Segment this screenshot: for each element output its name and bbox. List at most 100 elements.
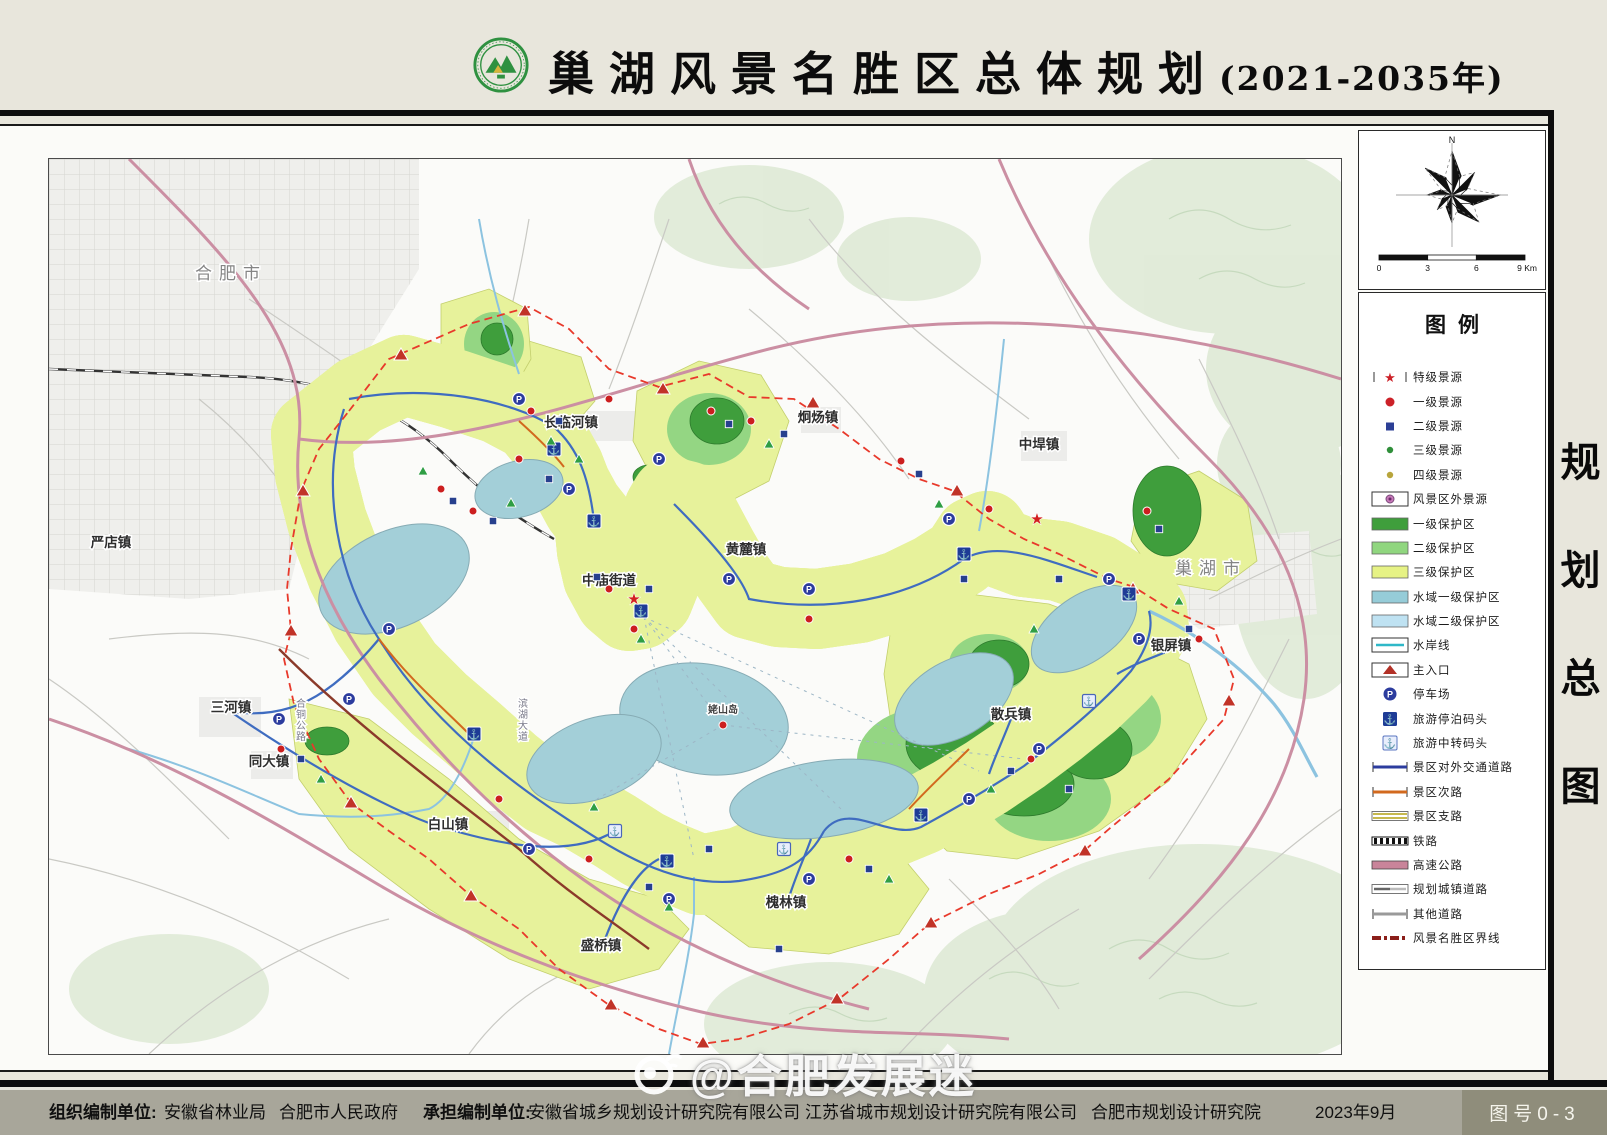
legend-label: 一级景源 [1413, 394, 1463, 410]
legend-label: 风景名胜区界线 [1413, 930, 1501, 946]
grade1-resource-icon [495, 795, 503, 803]
legend-label: 停车场 [1413, 686, 1451, 702]
svg-text:P: P [346, 695, 352, 705]
legend-item-20: 高速公路 [1359, 853, 1545, 877]
grade2-resource-icon [725, 420, 732, 427]
legend-symbol-railway [1367, 832, 1413, 850]
weibo-camera-icon [628, 1045, 684, 1101]
grade1-resource-icon [605, 585, 613, 593]
star-resource-icon: ★ [627, 591, 640, 608]
watermark-text: @合肥发展迷 [690, 1040, 977, 1105]
grade2-resource-icon [545, 475, 552, 482]
watermark: @合肥发展迷 [628, 1040, 977, 1105]
legend-item-2: 二级景源 [1359, 414, 1545, 438]
legend-symbol-p-icon: P [1367, 685, 1413, 703]
legend-label: 三级保护区 [1413, 564, 1476, 580]
grade2-resource-icon [960, 575, 967, 582]
svg-text:⚓: ⚓ [588, 515, 600, 528]
town-label: 同大镇 [249, 753, 290, 769]
svg-text:P: P [566, 485, 572, 495]
legend-symbol-boxed-line [1367, 636, 1413, 654]
grade2-resource-icon [593, 573, 600, 580]
scenic-area-emblem-icon [472, 36, 530, 94]
svg-text:P: P [526, 845, 532, 855]
legend-symbol-star: ★ [1367, 368, 1413, 386]
top-thick-rule [0, 110, 1554, 116]
legend-symbol-dot-sm [1367, 466, 1413, 484]
town-label: 黄麓镇 [726, 541, 767, 557]
legend-label: 规划城镇道路 [1413, 881, 1488, 897]
city-label: 合肥市 [195, 264, 267, 283]
legend-label: 水域二级保护区 [1413, 613, 1501, 629]
org-value-1: 安徽省林业局 [164, 1090, 266, 1135]
legend-label: 一级保护区 [1413, 516, 1476, 532]
svg-text:0: 0 [1377, 263, 1382, 273]
svg-text:P: P [946, 515, 952, 525]
title-years: (2021-2035年) [1219, 59, 1505, 98]
page-title: 巢湖风景名胜区总体规划(2021-2035年) [548, 38, 1505, 104]
legend-item-0: ★特级景源 [1359, 365, 1545, 389]
svg-text:P: P [1136, 635, 1142, 645]
svg-text:P: P [966, 795, 972, 805]
svg-text:9 Km: 9 Km [1517, 263, 1537, 273]
svg-text:⚓: ⚓ [778, 844, 789, 855]
legend-symbol-square [1367, 417, 1413, 435]
svg-text:6: 6 [1474, 263, 1479, 273]
legend-label: 景区对外交通道路 [1413, 759, 1513, 775]
sheet-number: 图号0-3 [1489, 1099, 1579, 1126]
grade2-resource-icon [645, 585, 652, 592]
legend-symbol-anchor-light: ⚓ [1367, 734, 1413, 752]
legend-symbol-dot-sm [1367, 441, 1413, 459]
sheet-name-char-2: 总 [1561, 646, 1601, 704]
grade1-resource-icon [515, 455, 523, 463]
plan-sheet: { "title": { "main": "巢湖风景名胜区总体规划", "suf… [0, 0, 1607, 1135]
town-label: 散兵镇 [991, 706, 1032, 722]
svg-text:⚓: ⚓ [609, 826, 620, 837]
legend-item-17: 景区次路 [1359, 780, 1545, 804]
legend-label: 水域一级保护区 [1413, 589, 1501, 605]
grade2-resource-icon [1065, 785, 1072, 792]
town-label: 盛桥镇 [581, 937, 622, 953]
town-label: 银屏镇 [1151, 637, 1192, 653]
legend-symbol-swatch [1367, 563, 1413, 581]
org-label: 组织编制单位: [49, 1090, 157, 1135]
map-frame: 合肥市巢湖市严店镇三河镇同大镇白山镇盛桥镇槐林镇散兵镇银屏镇中垾镇炯炀镇长临河镇… [48, 158, 1342, 1055]
svg-text:⚓: ⚓ [661, 855, 673, 868]
grade2-resource-icon [489, 517, 496, 524]
legend-item-8: 三级保护区 [1359, 560, 1545, 584]
town-label: 姥山岛 [707, 703, 738, 716]
legend-label: 高速公路 [1413, 857, 1463, 873]
grade1-resource-icon [605, 395, 613, 403]
legend-item-21: 规划城镇道路 [1359, 877, 1545, 901]
grade2-resource-icon [1007, 767, 1014, 774]
grade2-resource-icon [555, 417, 562, 424]
sheet-name-char-3: 图 [1561, 754, 1601, 812]
legend-symbol-swatch [1367, 515, 1413, 533]
town-label: 中垾镇 [1019, 436, 1060, 452]
undertake-value-3: 合肥市规划设计研究院 [1091, 1090, 1261, 1135]
town-label: 长临河镇 [544, 414, 598, 430]
svg-text:⚓: ⚓ [1384, 737, 1396, 750]
svg-text:⚓: ⚓ [1123, 588, 1135, 601]
grade1-resource-icon [707, 407, 715, 415]
svg-text:N: N [1449, 135, 1456, 145]
svg-text:P: P [386, 625, 392, 635]
legend-label: 旅游中转码头 [1413, 735, 1488, 751]
grade1-resource-icon [630, 625, 638, 633]
legend-symbol-boxed-triangle [1367, 661, 1413, 679]
legend-symbol-line [1367, 905, 1413, 923]
legend-symbol-dashdot-line [1367, 929, 1413, 947]
town-label: 炯炀镇 [798, 409, 839, 425]
svg-text:⚓: ⚓ [915, 809, 927, 822]
legend-label: 主入口 [1413, 662, 1451, 678]
legend-label: 二级保护区 [1413, 540, 1476, 556]
footer-date: 2023年9月 [1315, 1090, 1396, 1135]
legend-label: 旅游停泊码头 [1413, 711, 1488, 727]
legend-item-3: 三级景源 [1359, 438, 1545, 462]
grade1-resource-icon [437, 485, 445, 493]
sheet-name-char-1: 划 [1561, 538, 1601, 596]
svg-text:3: 3 [1425, 263, 1430, 273]
sheet-number-box: 图号0-3 [1462, 1090, 1607, 1135]
legend-item-7: 二级保护区 [1359, 536, 1545, 560]
legend-label: 四级景源 [1413, 467, 1463, 483]
